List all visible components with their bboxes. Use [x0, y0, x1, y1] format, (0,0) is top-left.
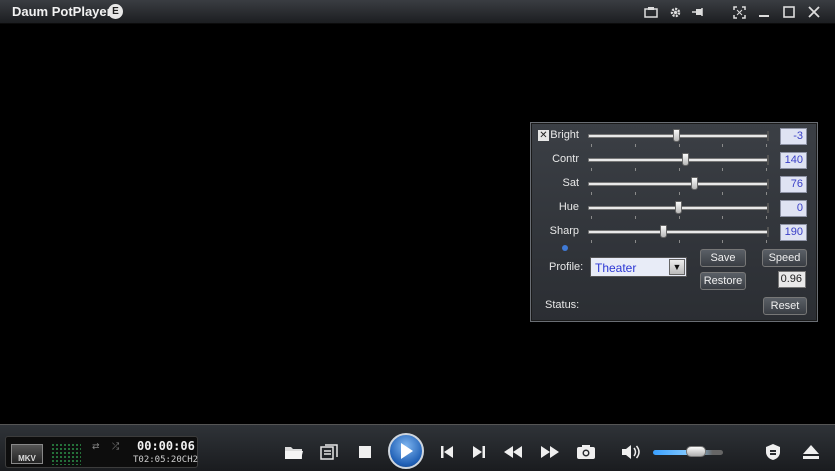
elapsed-time: 00:00:06 [137, 439, 195, 453]
play-icon [401, 443, 413, 459]
slider-thumb[interactable] [660, 225, 668, 238]
eject-icon[interactable] [799, 441, 823, 463]
title-bar: Daum PotPlayer E [0, 0, 835, 24]
minimize-icon[interactable] [755, 3, 773, 21]
volume-thumb[interactable] [686, 446, 707, 457]
fullscreen-icon[interactable] [730, 3, 748, 21]
audio-meter [51, 443, 81, 465]
close-icon[interactable] [805, 3, 823, 21]
sharp-indicator-dot [562, 245, 568, 251]
slider-label: Hue [558, 201, 579, 213]
total-time-readout: T02:05:20CH2 [133, 455, 199, 465]
profile-label: Profile: [549, 261, 584, 273]
slider-label: Bright [550, 129, 579, 141]
slider-row-contrast: Contr 140 [531, 151, 819, 175]
restore-button[interactable]: Restore [700, 272, 746, 290]
skin-icon[interactable] [642, 3, 660, 21]
profile-dropdown[interactable]: Theater ▼ [590, 257, 687, 277]
slider-row-bright: Bright -3 [531, 127, 819, 151]
playlist-icon[interactable] [317, 441, 341, 463]
previous-icon[interactable] [435, 441, 459, 463]
slider-row-sharpness: Sharp 190 [531, 223, 819, 247]
play-button[interactable] [388, 433, 424, 469]
slider-thumb[interactable] [681, 153, 689, 166]
slider-row-saturation: Sat 76 [531, 175, 819, 199]
slider-label: Sharp [549, 225, 579, 237]
slider-row-hue: Hue 0 [531, 199, 819, 223]
slider-track[interactable] [588, 182, 768, 186]
slider-label: Sat [562, 177, 579, 189]
gear-icon[interactable] [666, 3, 684, 21]
value-field[interactable]: 140 [780, 152, 807, 169]
stop-icon[interactable] [353, 441, 377, 463]
profile-value: Theater [595, 261, 637, 275]
status-label: Status: [545, 299, 580, 311]
control-bar: MKV ⇄ ⤮ 00:00:06 T02:05:20CH2 [0, 424, 835, 471]
slider-track[interactable] [588, 158, 768, 162]
value-field[interactable]: -3 [780, 128, 807, 145]
reset-button[interactable]: Reset [763, 297, 807, 315]
next-icon[interactable] [467, 441, 491, 463]
pin-icon[interactable] [690, 3, 708, 21]
status-display[interactable]: MKV ⇄ ⤮ 00:00:06 T02:05:20CH2 [5, 436, 198, 468]
shield-icon[interactable] [761, 441, 785, 463]
open-folder-icon[interactable] [282, 441, 306, 463]
format-badge: MKV [11, 444, 43, 464]
value-field[interactable]: 76 [780, 176, 807, 193]
value-field[interactable]: 190 [780, 224, 807, 241]
edition-badge[interactable]: E [108, 4, 123, 19]
slider-track[interactable] [588, 230, 768, 234]
save-button[interactable]: Save [700, 249, 746, 267]
slider-label: Contr [552, 153, 579, 165]
speed-button[interactable]: Speed [762, 249, 807, 267]
slider-thumb[interactable] [690, 177, 698, 190]
slider-thumb[interactable] [672, 129, 680, 142]
repeat-icon[interactable]: ⇄ [92, 441, 100, 452]
video-adjust-panel: ✕ Bright -3 Contr 140 Sat 76 Hue 0 Sharp [530, 122, 818, 322]
value-field[interactable]: 0 [780, 200, 807, 217]
slider-thumb[interactable] [674, 201, 682, 214]
rewind-icon[interactable] [501, 441, 525, 463]
shuffle-icon[interactable]: ⤮ [112, 441, 119, 452]
fast-forward-icon[interactable] [538, 441, 562, 463]
screenshot-icon[interactable] [574, 441, 598, 463]
app-title: Daum PotPlayer [12, 4, 112, 19]
maximize-icon[interactable] [780, 3, 798, 21]
speed-value-field[interactable]: 0.96 [778, 271, 806, 288]
chevron-down-icon[interactable]: ▼ [669, 259, 685, 275]
volume-icon[interactable] [619, 441, 643, 463]
